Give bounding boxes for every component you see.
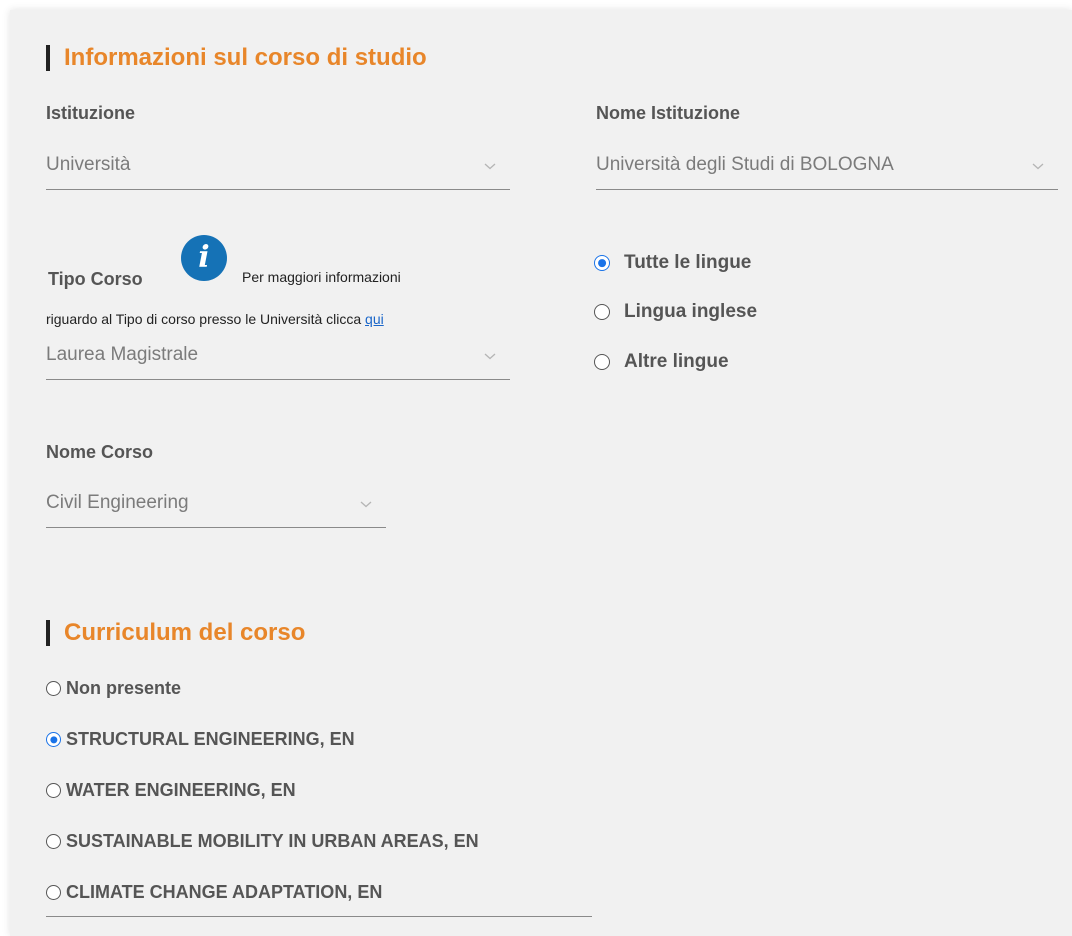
institution-label: Istituzione bbox=[46, 103, 135, 123]
curriculum-option-label: CLIMATE CHANGE ADAPTATION, EN bbox=[66, 882, 383, 902]
title-bar bbox=[46, 620, 50, 646]
radio-button[interactable] bbox=[46, 885, 61, 900]
course-name-label: Nome Corso bbox=[46, 442, 154, 462]
language-option-label: Altre lingue bbox=[624, 351, 729, 372]
institution-name-select[interactable]: Università degli Studi di BOLOGNA bbox=[596, 146, 1058, 190]
course-name-value: Civil Engineering bbox=[46, 492, 189, 513]
course-type-value: Laurea Magistrale bbox=[46, 344, 199, 365]
info-text-line-2: riguardo al Tipo di corso presso le Univ… bbox=[46, 311, 384, 327]
chevron-down-icon bbox=[484, 163, 496, 170]
radio-button[interactable] bbox=[46, 834, 61, 849]
curriculum-option-none[interactable]: Non presente bbox=[46, 678, 181, 699]
course-type-select[interactable]: Laurea Magistrale bbox=[46, 336, 510, 380]
curriculum-option-label: SUSTAINABLE MOBILITY IN URBAN AREAS, EN bbox=[66, 831, 479, 851]
language-option-other[interactable]: Altre lingue bbox=[594, 351, 729, 373]
radio-button[interactable] bbox=[46, 681, 61, 696]
course-info-title: Informazioni sul corso di studio bbox=[64, 44, 427, 71]
curriculum-option-label: STRUCTURAL ENGINEERING, EN bbox=[66, 729, 355, 749]
section-title-course-info: Informazioni sul corso di studio bbox=[46, 44, 427, 72]
radio-button[interactable] bbox=[46, 732, 61, 747]
curriculum-option-mobility[interactable]: SUSTAINABLE MOBILITY IN URBAN AREAS, EN bbox=[46, 831, 479, 852]
institution-name-label: Nome Istituzione bbox=[596, 103, 741, 123]
curriculum-option-label: Non presente bbox=[66, 678, 182, 698]
chevron-down-icon bbox=[360, 501, 372, 508]
radio-button[interactable] bbox=[46, 783, 61, 798]
info-text-body: riguardo al Tipo di corso presso le Univ… bbox=[46, 311, 362, 327]
language-option-all[interactable]: Tutte le lingue bbox=[594, 252, 751, 274]
section-title-curriculum: Curriculum del corso bbox=[46, 619, 305, 647]
course-name-select[interactable]: Civil Engineering bbox=[46, 484, 386, 528]
language-option-label: Lingua inglese bbox=[624, 301, 758, 322]
radio-button[interactable] bbox=[594, 255, 610, 271]
chevron-down-icon bbox=[1032, 163, 1044, 170]
language-option-english[interactable]: Lingua inglese bbox=[594, 301, 757, 323]
institution-select[interactable]: Università bbox=[46, 146, 510, 190]
institution-name-value: Università degli Studi di BOLOGNA bbox=[596, 154, 894, 175]
radio-button[interactable] bbox=[594, 304, 610, 320]
curriculum-option-climate[interactable]: CLIMATE CHANGE ADAPTATION, EN bbox=[46, 882, 382, 903]
info-text-line-1: Per maggiori informazioni bbox=[242, 269, 401, 285]
info-icon[interactable]: i bbox=[181, 235, 227, 281]
course-type-label: Tipo Corso bbox=[48, 269, 143, 289]
chevron-down-icon bbox=[484, 353, 496, 360]
curriculum-title: Curriculum del corso bbox=[64, 619, 306, 646]
title-bar bbox=[46, 45, 50, 71]
curriculum-divider bbox=[46, 916, 592, 917]
curriculum-option-water[interactable]: WATER ENGINEERING, EN bbox=[46, 780, 296, 801]
institution-value: Università bbox=[46, 154, 131, 175]
language-option-label: Tutte le lingue bbox=[624, 252, 752, 273]
radio-button[interactable] bbox=[594, 354, 610, 370]
curriculum-option-label: WATER ENGINEERING, EN bbox=[66, 780, 296, 800]
info-link[interactable]: qui bbox=[365, 311, 384, 327]
form-panel: Informazioni sul corso di studio Istituz… bbox=[10, 10, 1072, 936]
curriculum-option-structural[interactable]: STRUCTURAL ENGINEERING, EN bbox=[46, 729, 355, 750]
